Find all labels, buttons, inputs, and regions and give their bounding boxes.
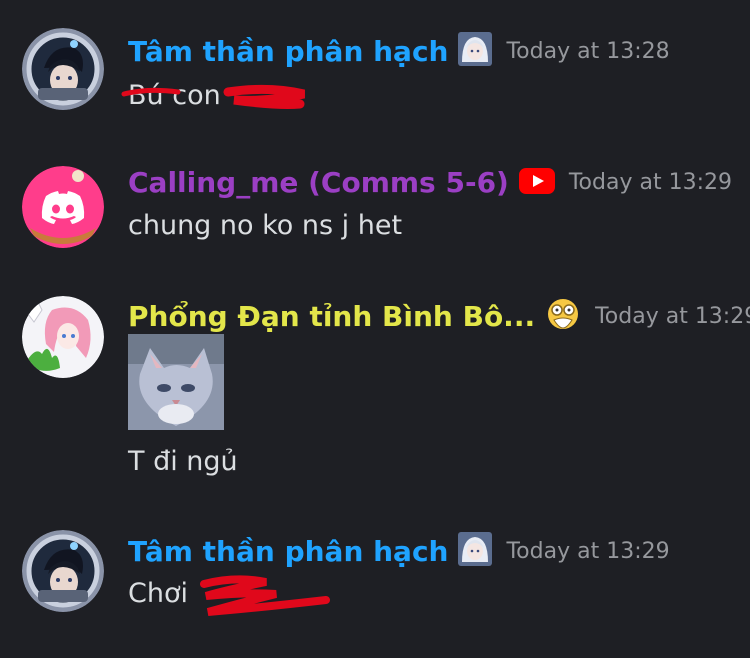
message-text: T đi ngủ: [128, 446, 238, 477]
astronaut-anime-avatar-icon[interactable]: [22, 28, 104, 110]
message-header: Tâm thần phân hạch Today at 13:28: [128, 32, 670, 70]
timestamp: Today at 13:29: [595, 303, 750, 329]
redaction-scribble: [200, 575, 330, 616]
youtube-icon: [518, 167, 555, 198]
astronaut-anime-avatar-icon[interactable]: [22, 530, 104, 612]
anime-girl-badge-icon: [458, 32, 493, 70]
cat-photo-attachment[interactable]: [128, 334, 224, 430]
message-header: Phổng Đạn tỉnh Bình Bô... Today at 13:29: [128, 296, 750, 336]
message-header: Calling_me (Comms 5-6) Today at 13:29: [128, 166, 732, 199]
username[interactable]: Phổng Đạn tỉnh Bình Bô...: [128, 300, 535, 333]
message-header: Tâm thần phân hạch Today at 13:29: [128, 532, 670, 570]
message-text: Chơi: [128, 578, 188, 609]
monocle-face-emoji-icon: [545, 296, 581, 336]
discord-logo-avatar-icon[interactable]: [22, 166, 104, 248]
username[interactable]: Tâm thần phân hạch: [128, 35, 448, 68]
anime-girl-badge-icon: [458, 532, 493, 570]
redaction-scribble: [121, 84, 305, 109]
timestamp: Today at 13:28: [506, 38, 670, 64]
message-text: chung no ko ns j het: [128, 210, 403, 241]
timestamp: Today at 13:29: [568, 170, 732, 195]
timestamp: Today at 13:29: [506, 538, 670, 564]
username[interactable]: Tâm thần phân hạch: [128, 535, 448, 568]
pink-hair-anime-avatar-icon[interactable]: [22, 296, 104, 378]
username[interactable]: Calling_me (Comms 5-6): [128, 166, 509, 199]
